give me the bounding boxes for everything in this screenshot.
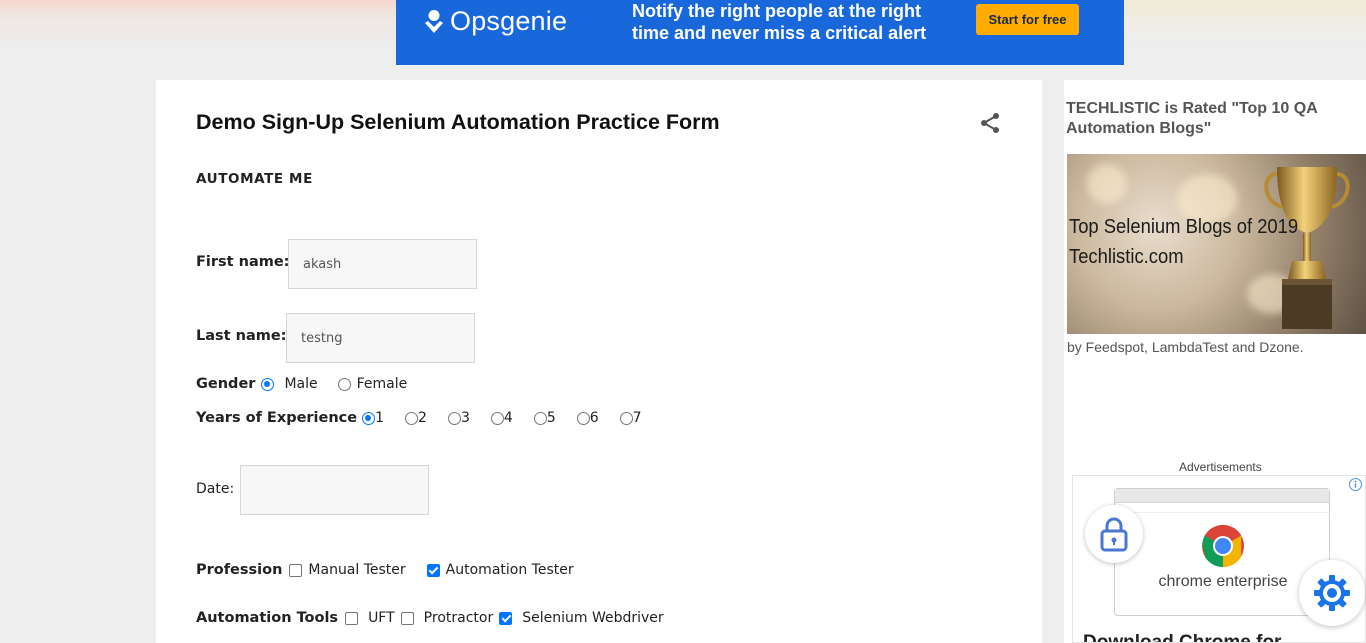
last-name-row: Last name: <box>196 328 286 344</box>
uft-checkbox[interactable] <box>345 611 359 625</box>
opsgenie-logo-icon <box>425 9 443 33</box>
experience-radio-5[interactable] <box>533 411 547 425</box>
manual-tester-label: Manual Tester <box>308 562 406 578</box>
manual-tester-checkbox[interactable] <box>289 563 303 577</box>
automation-tools-row: Automation Tools UFT Protractor Selenium… <box>196 610 664 626</box>
experience-option-label: 2 <box>418 410 427 426</box>
date-input[interactable] <box>240 465 429 515</box>
experience-option-label: 6 <box>589 410 599 426</box>
award-byline: by Feedspot, LambdaTest and Dzone. <box>1067 339 1304 355</box>
gear-icon <box>1314 575 1350 611</box>
first-name-label: First name: <box>196 254 290 270</box>
first-name-input[interactable]: akash <box>288 239 477 289</box>
section-heading: AUTOMATE ME <box>196 171 313 187</box>
promo-text-line1: Top Selenium Blogs of 2019 <box>1069 216 1299 238</box>
experience-radio-3[interactable] <box>447 411 461 425</box>
last-name-input[interactable]: testng <box>286 313 475 363</box>
lock-icon <box>1100 517 1128 552</box>
promo-text-line2: Techlistic.com <box>1069 246 1184 268</box>
date-label: Date: <box>196 481 235 497</box>
experience-label: Years of Experience <box>196 410 358 426</box>
browser-window-illustration <box>1114 488 1330 616</box>
gender-female-label: Female <box>356 376 408 392</box>
selenium-webdriver-checkbox[interactable] <box>499 611 513 625</box>
start-for-free-button[interactable]: Start for free <box>976 4 1079 35</box>
chrome-enterprise-label: chrome enterprise <box>1158 573 1288 590</box>
first-name-row: First name: <box>196 254 290 270</box>
experience-radio-2[interactable] <box>405 411 419 425</box>
experience-radio-7[interactable] <box>619 411 633 425</box>
date-row: Date: <box>196 481 234 497</box>
gender-row: Gender Male Female <box>196 376 407 392</box>
gender-male-label: Male <box>284 376 318 392</box>
experience-option-label: 4 <box>503 410 513 426</box>
share-icon[interactable] <box>978 111 1002 135</box>
profession-label: Profession <box>196 562 283 578</box>
experience-radio-4[interactable] <box>490 411 504 425</box>
experience-option-label: 1 <box>375 410 385 426</box>
automation-tools-label: Automation Tools <box>196 610 339 626</box>
bokeh-light <box>1087 164 1127 204</box>
gender-female-radio[interactable] <box>337 377 351 391</box>
banner-headline: Notify the right people at the right tim… <box>632 1 927 43</box>
opsgenie-banner-ad[interactable]: Opsgenie Notify the right people at the … <box>396 0 1124 65</box>
page-title: Demo Sign-Up Selenium Automation Practic… <box>196 110 720 134</box>
experience-option-label: 5 <box>546 410 556 426</box>
ad-headline: Download Chrome for <box>1083 632 1282 643</box>
uft-label: UFT <box>368 610 395 626</box>
browser-url-illustration <box>1115 503 1329 513</box>
automation-tester-label: Automation Tester <box>445 562 574 578</box>
ad-info-icon[interactable] <box>1349 478 1362 491</box>
browser-tabs-illustration <box>1115 489 1329 503</box>
opsgenie-logo: Opsgenie <box>424 6 567 37</box>
experience-radio-6[interactable] <box>576 411 590 425</box>
profession-row: Profession Manual Tester Automation Test… <box>196 562 574 578</box>
gender-label: Gender <box>196 376 256 392</box>
top-blogs-award-image[interactable]: Top Selenium Blogs of 2019 Techlistic.co… <box>1067 154 1366 334</box>
protractor-label: Protractor <box>423 610 494 626</box>
experience-radio-1[interactable] <box>362 411 376 425</box>
experience-option-label: 3 <box>460 410 470 426</box>
last-name-label: Last name: <box>196 328 287 344</box>
settings-button[interactable] <box>1299 560 1365 626</box>
advertisements-label: Advertisements <box>1179 460 1262 474</box>
chrome-logo-icon <box>1202 524 1244 567</box>
sidebar-widget-title: TECHLISTIC is Rated "Top 10 QA Automatio… <box>1066 100 1318 137</box>
trophy-icon <box>1264 167 1350 329</box>
selenium-webdriver-label: Selenium Webdriver <box>522 610 664 626</box>
experience-row: Years of Experience 1 2 3 4 5 6 7 <box>196 410 642 426</box>
gender-male-radio[interactable] <box>261 377 275 391</box>
security-lock-badge <box>1085 505 1143 563</box>
automation-tester-checkbox[interactable] <box>426 563 440 577</box>
opsgenie-brand-name: Opsgenie <box>450 6 568 36</box>
post-card: Demo Sign-Up Selenium Automation Practic… <box>156 80 1042 643</box>
experience-option-label: 7 <box>632 410 642 426</box>
protractor-checkbox[interactable] <box>400 611 414 625</box>
